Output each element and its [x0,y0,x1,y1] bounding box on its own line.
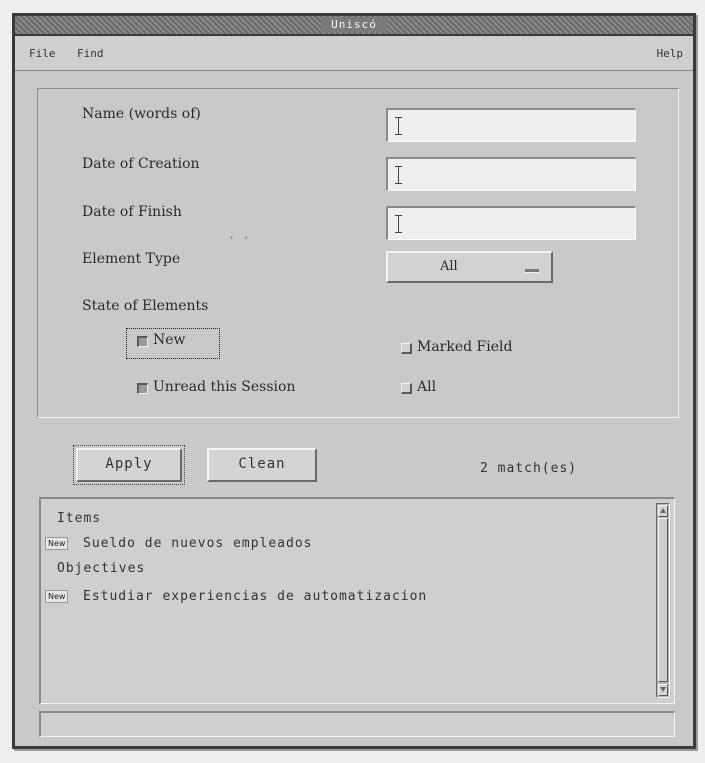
element-type-value: All [440,259,458,274]
list-category-items: Items [57,511,102,526]
name-field[interactable] [386,108,636,142]
list-item-text: Estudiar experiencias de automatizacion [83,589,428,604]
match-count: 2 match(es) [480,461,578,476]
state-unread-session-label: Unread this Session [153,379,296,395]
date-of-creation-input[interactable] [388,159,635,190]
desktop: Uniscó File Find Help Name (words of) Da… [0,0,705,763]
checked-box-icon [137,383,148,394]
results-list[interactable]: Items New Sueldo de nuevos empleados Obj… [39,497,675,704]
element-type-label: Element Type [82,251,181,267]
option-menu-indicator-icon [525,269,539,273]
menu-file[interactable]: File [29,47,56,60]
checked-box-icon [137,336,148,347]
window-title: Uniscó [321,17,387,32]
menu-help[interactable]: Help [657,47,684,60]
unchecked-box-icon [401,383,412,394]
state-marked-field-label: Marked Field [417,339,513,355]
scroll-up-arrow-icon[interactable] [658,505,668,517]
scroll-down-arrow-icon[interactable] [658,684,668,696]
menu-find[interactable]: Find [77,47,104,60]
new-badge: New [45,537,69,550]
list-category-objectives: Objectives [57,561,146,576]
date-of-creation-label: Date of Creation [82,156,200,172]
menu-bar: File Find Help [15,36,693,71]
name-label: Name (words of) [82,106,201,122]
clean-button[interactable]: Clean [207,448,317,482]
date-of-creation-field[interactable] [386,157,636,191]
state-of-elements-label: State of Elements [82,298,209,314]
scrollbar-thumb[interactable] [658,518,668,682]
apply-button[interactable]: Apply [73,445,185,485]
date-of-finish-input[interactable] [388,208,635,239]
vertical-scrollbar[interactable] [656,503,670,698]
element-type-option-menu[interactable]: All [386,251,553,283]
title-bar[interactable]: Uniscó [15,16,693,36]
search-window: Uniscó File Find Help Name (words of) Da… [12,13,696,749]
state-all-label: All [417,379,437,395]
unchecked-box-icon [401,343,412,354]
state-new-label: New [153,332,186,348]
search-criteria-panel: Name (words of) Date of Creation Date of… [37,88,679,418]
list-item-text: Sueldo de nuevos empleados [83,536,313,551]
date-of-finish-label: Date of Finish [82,204,182,220]
name-input[interactable] [388,110,635,141]
status-bar [39,711,675,737]
date-of-finish-field[interactable] [386,206,636,240]
new-badge: New [45,590,69,603]
mouse-pointer-icon: · · [228,231,250,245]
